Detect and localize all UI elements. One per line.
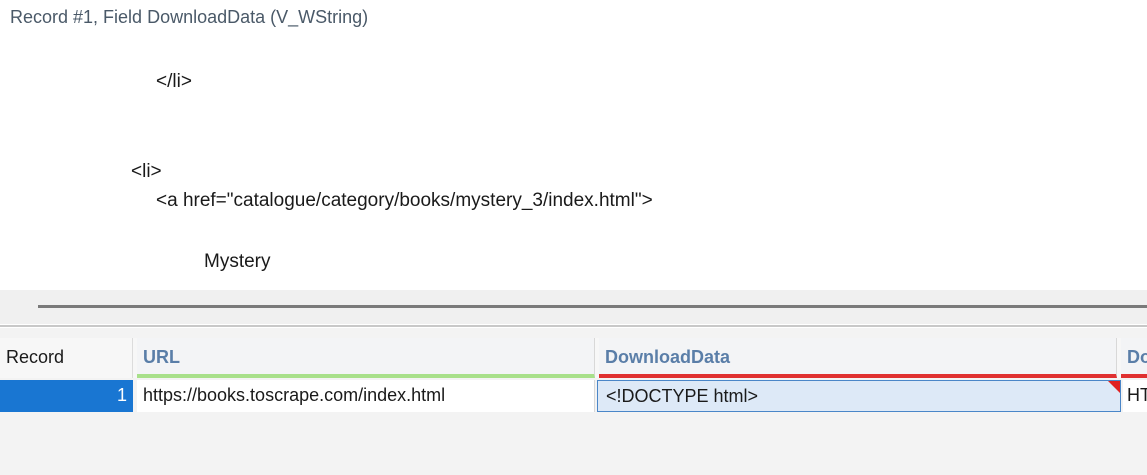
results-grid[interactable]: Record URL DownloadData Do 1 https://boo… <box>0 328 1147 475</box>
downloaddata-cell-text: <!DOCTYPE html> <box>606 386 759 406</box>
record-number-cell[interactable]: 1 <box>0 380 133 412</box>
code-line: Mystery <box>204 251 271 272</box>
table-row[interactable]: 1 https://books.toscrape.com/index.html … <box>0 380 1147 412</box>
downloaddata-cell[interactable]: <!DOCTYPE html> <box>597 380 1121 412</box>
column-header-url[interactable]: URL <box>137 338 595 378</box>
column-header-truncated[interactable]: Do <box>1121 338 1147 378</box>
field-viewer-header: Record #1, Field DownloadData (V_WString… <box>10 7 369 27</box>
grid-header: Record URL DownloadData Do <box>0 338 1147 378</box>
column-header-record[interactable]: Record <box>0 338 133 378</box>
code-line: <li> <box>131 161 162 182</box>
code-line: <a href="catalogue/category/books/myster… <box>156 190 653 211</box>
url-cell[interactable]: https://books.toscrape.com/index.html <box>137 380 595 412</box>
truncated-flag-icon <box>1108 381 1120 393</box>
column-header-downloaddata[interactable]: DownloadData <box>599 338 1117 378</box>
truncated-cell[interactable]: HT <box>1123 380 1147 412</box>
splitter-handle[interactable] <box>38 305 1147 308</box>
pane-splitter[interactable] <box>0 290 1147 324</box>
results-window: Record #1, Field DownloadData (V_WString… <box>0 0 1147 475</box>
field-viewer-pane[interactable]: Record #1, Field DownloadData (V_WString… <box>0 0 1147 290</box>
splitter-edge <box>0 325 1147 327</box>
code-line: </li> <box>156 71 192 92</box>
